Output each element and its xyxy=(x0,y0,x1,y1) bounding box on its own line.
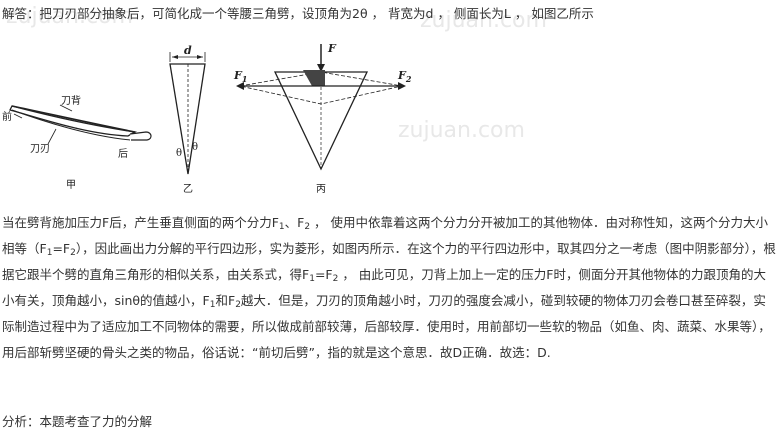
figures: 刀背 前 刀刃 后 甲 d θ θ 乙 F F1 F2 丙 xyxy=(2,42,412,195)
figure-yi: d θ θ 乙 xyxy=(169,44,206,195)
label-dao-ren: 刀刃 xyxy=(30,144,50,155)
label-hou: 后 xyxy=(118,148,128,160)
figure-bing: F F1 F2 丙 xyxy=(233,42,412,195)
label-F: F xyxy=(327,42,337,55)
caption-bing: 丙 xyxy=(316,184,326,195)
solution-intro: 解答：把刀刃部分抽象后，可简化成一个等腰三角劈，设顶角为2θ ， 背宽为d ， … xyxy=(2,6,594,21)
solution-paragraph: 当在劈背施加压力F后，产生垂直侧面的两个分力F1、F2 ， 使用中依靠着这两个分… xyxy=(2,215,776,360)
label-qian: 前 xyxy=(2,110,12,123)
knife-handle xyxy=(129,131,152,141)
caption-jia: 甲 xyxy=(66,180,76,191)
label-F2: F2 xyxy=(397,69,412,84)
caption-yi: 乙 xyxy=(183,183,193,195)
knife-blade xyxy=(9,105,137,137)
figure-jia: 刀背 前 刀刃 后 甲 xyxy=(2,94,152,191)
label-F1: F1 xyxy=(233,69,247,84)
label-theta-left: θ xyxy=(176,148,182,159)
label-dao-bei: 刀背 xyxy=(61,94,81,107)
label-theta-right: θ xyxy=(192,142,198,153)
label-d: d xyxy=(184,44,192,57)
analysis-note: 分析：本题考查了力的分解 xyxy=(2,414,153,429)
